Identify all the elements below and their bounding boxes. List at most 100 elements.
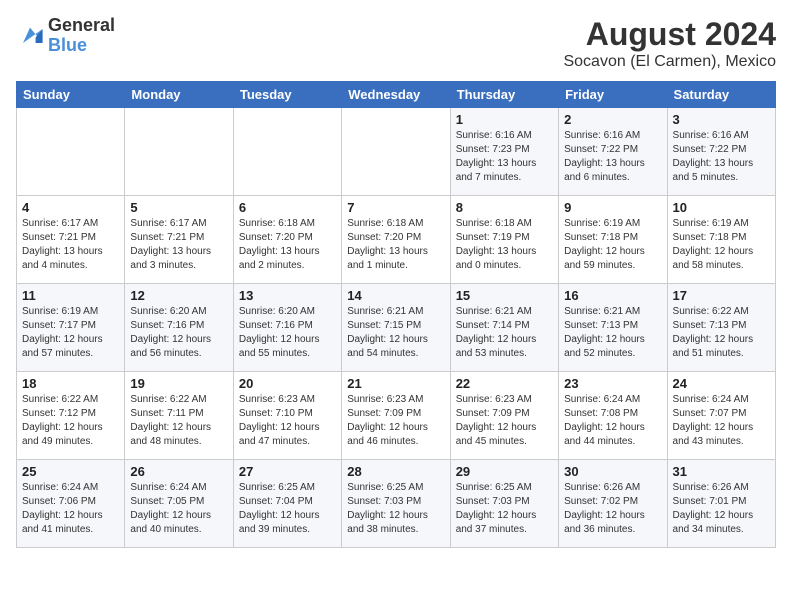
day-info: Sunrise: 6:25 AMSunset: 7:03 PMDaylight:… (347, 481, 444, 537)
day-info: Sunrise: 6:16 AMSunset: 7:22 PMDaylight:… (564, 129, 661, 185)
day-number: 29 (456, 464, 553, 479)
calendar-cell: 26Sunrise: 6:24 AMSunset: 7:05 PMDayligh… (125, 460, 233, 548)
calendar-cell: 25Sunrise: 6:24 AMSunset: 7:06 PMDayligh… (17, 460, 125, 548)
calendar-cell: 1 Sunrise: 6:16 AMSunset: 7:23 PMDaylight… (450, 108, 558, 196)
weekday-header: Saturday (667, 82, 775, 108)
day-number: 19 (130, 376, 227, 391)
day-info: Sunrise: 6:25 AMSunset: 7:03 PMDaylight:… (456, 481, 553, 537)
day-number: 21 (347, 376, 444, 391)
logo: General Blue (16, 16, 115, 56)
day-number: 11 (22, 288, 119, 303)
day-number: 12 (130, 288, 227, 303)
day-number: 4 (22, 200, 119, 215)
day-info: Sunrise: 6:21 AMSunset: 7:15 PMDaylight:… (347, 305, 444, 361)
calendar-cell: 10 Sunrise: 6:19 AMSunset: 7:18 PMDayligh… (667, 196, 775, 284)
page-header: General Blue August 2024 Socavon (El Car… (16, 16, 776, 71)
weekday-header: Tuesday (233, 82, 341, 108)
day-number: 10 (673, 200, 770, 215)
day-info: Sunrise: 6:26 AMSunset: 7:02 PMDaylight:… (564, 481, 661, 537)
calendar-cell: 22 Sunrise: 6:23 AMSunset: 7:09 PMDayligh… (450, 372, 558, 460)
title-block: August 2024 Socavon (El Carmen), Mexico (563, 16, 776, 71)
calendar-cell: 9 Sunrise: 6:19 AMSunset: 7:18 PMDaylight… (559, 196, 667, 284)
day-info: Sunrise: 6:19 AMSunset: 7:18 PMDaylight:… (564, 217, 661, 273)
calendar-cell: 17 Sunrise: 6:22 AMSunset: 7:13 PMDayligh… (667, 284, 775, 372)
day-number: 27 (239, 464, 336, 479)
weekday-header: Wednesday (342, 82, 450, 108)
day-info: Sunrise: 6:16 AMSunset: 7:22 PMDaylight:… (673, 129, 770, 185)
day-number: 22 (456, 376, 553, 391)
day-number: 17 (673, 288, 770, 303)
logo-line1: General (48, 16, 115, 36)
logo-text: General Blue (48, 16, 115, 56)
day-info: Sunrise: 6:24 AMSunset: 7:08 PMDaylight:… (564, 393, 661, 449)
day-info: Sunrise: 6:19 AMSunset: 7:18 PMDaylight:… (673, 217, 770, 273)
calendar-cell: 15Sunrise: 6:21 AMSunset: 7:14 PMDayligh… (450, 284, 558, 372)
calendar-cell (233, 108, 341, 196)
calendar-cell: 23 Sunrise: 6:24 AMSunset: 7:08 PMDayligh… (559, 372, 667, 460)
calendar-cell (17, 108, 125, 196)
weekday-header: Sunday (17, 82, 125, 108)
day-number: 5 (130, 200, 227, 215)
calendar-body: 1 Sunrise: 6:16 AMSunset: 7:23 PMDaylight… (17, 108, 776, 548)
day-number: 18 (22, 376, 119, 391)
calendar-cell: 6 Sunrise: 6:18 AMSunset: 7:20 PMDaylight… (233, 196, 341, 284)
day-number: 31 (673, 464, 770, 479)
calendar-cell: 19 Sunrise: 6:22 AMSunset: 7:11 PMDayligh… (125, 372, 233, 460)
calendar-cell: 7 Sunrise: 6:18 AMSunset: 7:20 PMDaylight… (342, 196, 450, 284)
calendar-cell: 21 Sunrise: 6:23 AMSunset: 7:09 PMDayligh… (342, 372, 450, 460)
calendar-table: SundayMondayTuesdayWednesdayThursdayFrid… (16, 81, 776, 548)
day-info: Sunrise: 6:17 AMSunset: 7:21 PMDaylight:… (130, 217, 227, 273)
calendar-cell: 4 Sunrise: 6:17 AMSunset: 7:21 PMDaylight… (17, 196, 125, 284)
day-info: Sunrise: 6:23 AMSunset: 7:10 PMDaylight:… (239, 393, 336, 449)
day-info: Sunrise: 6:16 AMSunset: 7:23 PMDaylight:… (456, 129, 553, 185)
month-year: August 2024 (563, 16, 776, 53)
calendar-cell: 24Sunrise: 6:24 AMSunset: 7:07 PMDayligh… (667, 372, 775, 460)
day-info: Sunrise: 6:18 AMSunset: 7:20 PMDaylight:… (347, 217, 444, 273)
day-info: Sunrise: 6:18 AMSunset: 7:19 PMDaylight:… (456, 217, 553, 273)
calendar-cell: 3Sunrise: 6:16 AMSunset: 7:22 PMDaylight… (667, 108, 775, 196)
logo-icon (16, 22, 44, 50)
day-info: Sunrise: 6:22 AMSunset: 7:13 PMDaylight:… (673, 305, 770, 361)
calendar-cell: 18Sunrise: 6:22 AMSunset: 7:12 PMDayligh… (17, 372, 125, 460)
weekday-header: Friday (559, 82, 667, 108)
day-number: 8 (456, 200, 553, 215)
day-info: Sunrise: 6:17 AMSunset: 7:21 PMDaylight:… (22, 217, 119, 273)
calendar-cell: 5 Sunrise: 6:17 AMSunset: 7:21 PMDaylight… (125, 196, 233, 284)
calendar-cell: 11Sunrise: 6:19 AMSunset: 7:17 PMDayligh… (17, 284, 125, 372)
calendar-cell: 27 Sunrise: 6:25 AMSunset: 7:04 PMDayligh… (233, 460, 341, 548)
day-info: Sunrise: 6:24 AMSunset: 7:07 PMDaylight:… (673, 393, 770, 449)
logo-line2: Blue (48, 36, 115, 56)
day-number: 2 (564, 112, 661, 127)
day-info: Sunrise: 6:22 AMSunset: 7:11 PMDaylight:… (130, 393, 227, 449)
day-number: 30 (564, 464, 661, 479)
day-number: 16 (564, 288, 661, 303)
day-info: Sunrise: 6:20 AMSunset: 7:16 PMDaylight:… (130, 305, 227, 361)
day-info: Sunrise: 6:23 AMSunset: 7:09 PMDaylight:… (456, 393, 553, 449)
calendar-cell: 12 Sunrise: 6:20 AMSunset: 7:16 PMDayligh… (125, 284, 233, 372)
day-number: 28 (347, 464, 444, 479)
day-number: 7 (347, 200, 444, 215)
day-number: 13 (239, 288, 336, 303)
day-info: Sunrise: 6:21 AMSunset: 7:13 PMDaylight:… (564, 305, 661, 361)
calendar-cell: 8 Sunrise: 6:18 AMSunset: 7:19 PMDaylight… (450, 196, 558, 284)
calendar-cell: 31 Sunrise: 6:26 AMSunset: 7:01 PMDayligh… (667, 460, 775, 548)
day-number: 1 (456, 112, 553, 127)
calendar-cell: 20Sunrise: 6:23 AMSunset: 7:10 PMDayligh… (233, 372, 341, 460)
day-info: Sunrise: 6:26 AMSunset: 7:01 PMDaylight:… (673, 481, 770, 537)
day-number: 9 (564, 200, 661, 215)
day-number: 14 (347, 288, 444, 303)
day-info: Sunrise: 6:23 AMSunset: 7:09 PMDaylight:… (347, 393, 444, 449)
calendar-header: SundayMondayTuesdayWednesdayThursdayFrid… (17, 82, 776, 108)
calendar-cell: 30 Sunrise: 6:26 AMSunset: 7:02 PMDayligh… (559, 460, 667, 548)
calendar-cell: 13 Sunrise: 6:20 AMSunset: 7:16 PMDayligh… (233, 284, 341, 372)
day-number: 23 (564, 376, 661, 391)
calendar-cell: 2 Sunrise: 6:16 AMSunset: 7:22 PMDaylight… (559, 108, 667, 196)
calendar-cell: 16 Sunrise: 6:21 AMSunset: 7:13 PMDayligh… (559, 284, 667, 372)
day-number: 6 (239, 200, 336, 215)
day-info: Sunrise: 6:18 AMSunset: 7:20 PMDaylight:… (239, 217, 336, 273)
day-info: Sunrise: 6:20 AMSunset: 7:16 PMDaylight:… (239, 305, 336, 361)
weekday-header: Thursday (450, 82, 558, 108)
day-number: 25 (22, 464, 119, 479)
day-info: Sunrise: 6:25 AMSunset: 7:04 PMDaylight:… (239, 481, 336, 537)
calendar-cell: 14 Sunrise: 6:21 AMSunset: 7:15 PMDayligh… (342, 284, 450, 372)
